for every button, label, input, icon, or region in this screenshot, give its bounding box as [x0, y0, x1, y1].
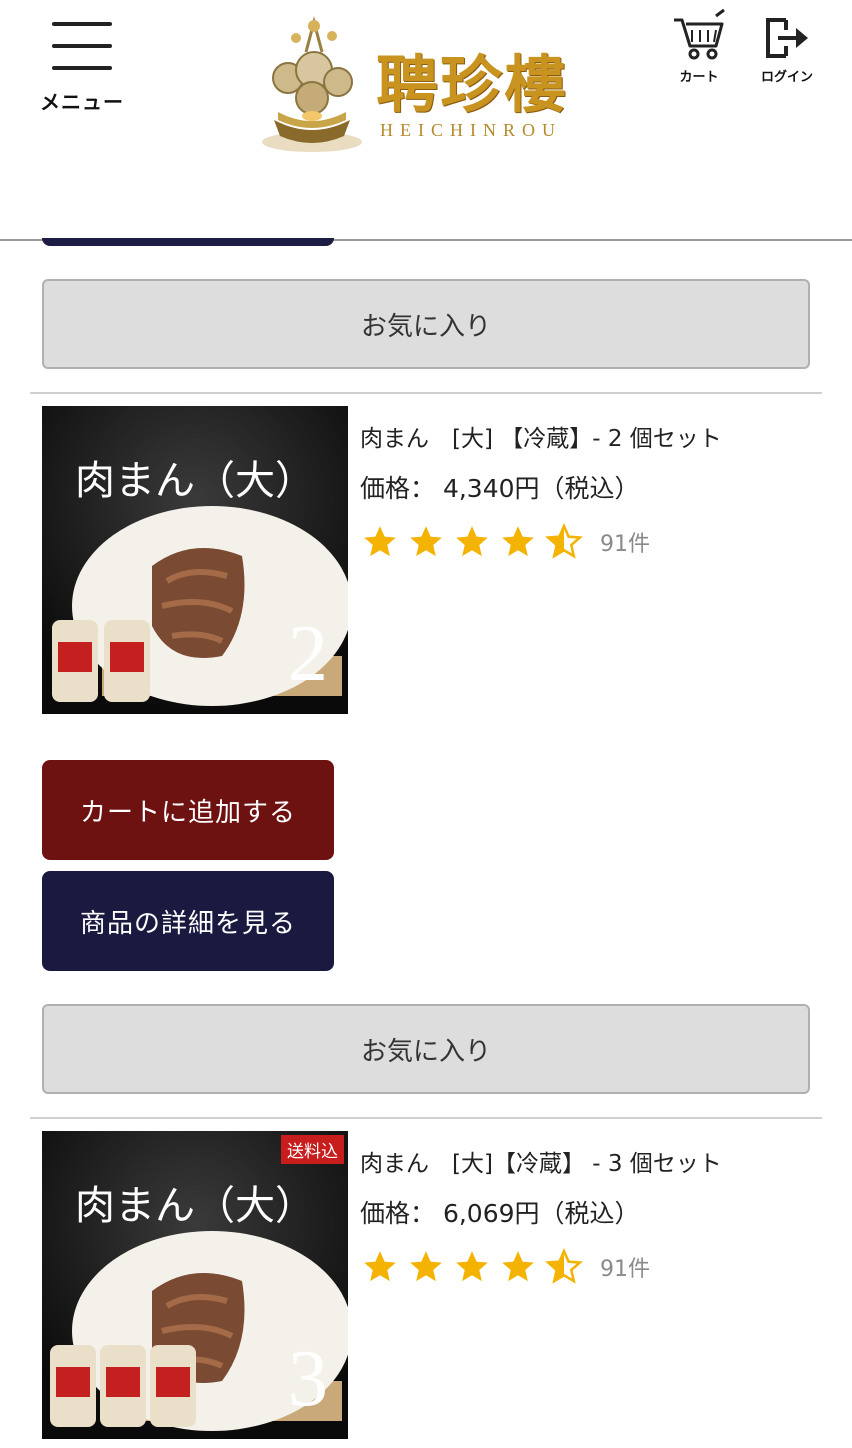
star-icon	[364, 1251, 396, 1282]
favorite-button[interactable]: お気に入り	[42, 279, 810, 369]
star-icon	[410, 1251, 442, 1282]
divider	[30, 392, 822, 394]
star-icon	[410, 526, 442, 557]
login-icon	[766, 18, 808, 58]
cart-button[interactable]: カート	[664, 8, 734, 88]
cart-icon	[674, 8, 725, 60]
star-icon	[502, 1251, 534, 1282]
image-title: 肉まん（大）	[75, 1183, 315, 1229]
image-set-number: 2	[288, 610, 328, 698]
product-name[interactable]: 肉まん [大] 【冷蔵】- 2 個セット	[360, 422, 820, 456]
half-star-icon	[545, 523, 583, 559]
star-icon	[364, 526, 396, 557]
product-price: 価格： 6,069円（税込）	[360, 1199, 640, 1228]
login-button[interactable]: ログイン	[752, 8, 822, 88]
hamburger-icon	[52, 18, 112, 72]
review-count[interactable]: 91件	[600, 1251, 650, 1283]
favorite-button[interactable]: お気に入り	[42, 1004, 810, 1094]
image-set-number: 3	[288, 1335, 328, 1423]
product-price: 価格： 4,340円（税込）	[360, 474, 640, 503]
cart-label: カート	[679, 70, 719, 85]
rating-stars: 91件	[360, 522, 820, 562]
product-name[interactable]: 肉まん [大]【冷蔵】 - 3 個セット	[360, 1147, 820, 1181]
product-image[interactable]: 送料込 肉まん（大） 3	[42, 1131, 348, 1439]
product-image[interactable]: 肉まん（大） 2	[42, 406, 348, 714]
menu-label: メニュー	[40, 90, 124, 114]
previous-detail-button[interactable]	[42, 238, 334, 246]
product-info: 肉まん [大]【冷蔵】 - 3 個セット 価格： 6,069円（税込） 91件	[360, 1147, 820, 1287]
star-icon	[502, 526, 534, 557]
logo-emblem-icon	[262, 16, 362, 152]
menu-button[interactable]: メニュー	[34, 12, 130, 114]
review-count[interactable]: 91件	[600, 526, 650, 558]
shipping-included-badge: 送料込	[281, 1135, 344, 1164]
view-details-button[interactable]: 商品の詳細を見る	[42, 871, 334, 971]
star-icon	[456, 526, 488, 557]
site-header: メニュー 聘珍樓 HEICHINROU カート ログイン	[0, 0, 852, 241]
login-label: ログイン	[760, 70, 813, 85]
half-star-icon	[545, 1248, 583, 1284]
star-icon	[456, 1251, 488, 1282]
add-to-cart-button[interactable]: カートに追加する	[42, 760, 334, 860]
image-title: 肉まん（大）	[75, 458, 315, 504]
logo-subtitle: HEICHINROU	[380, 120, 562, 140]
site-logo[interactable]: 聘珍樓 HEICHINROU	[252, 12, 604, 158]
divider	[30, 1117, 822, 1119]
logo-title: 聘珍樓	[376, 48, 569, 121]
rating-stars: 91件	[360, 1247, 820, 1287]
product-info: 肉まん [大] 【冷蔵】- 2 個セット 価格： 4,340円（税込） 91件	[360, 422, 820, 562]
